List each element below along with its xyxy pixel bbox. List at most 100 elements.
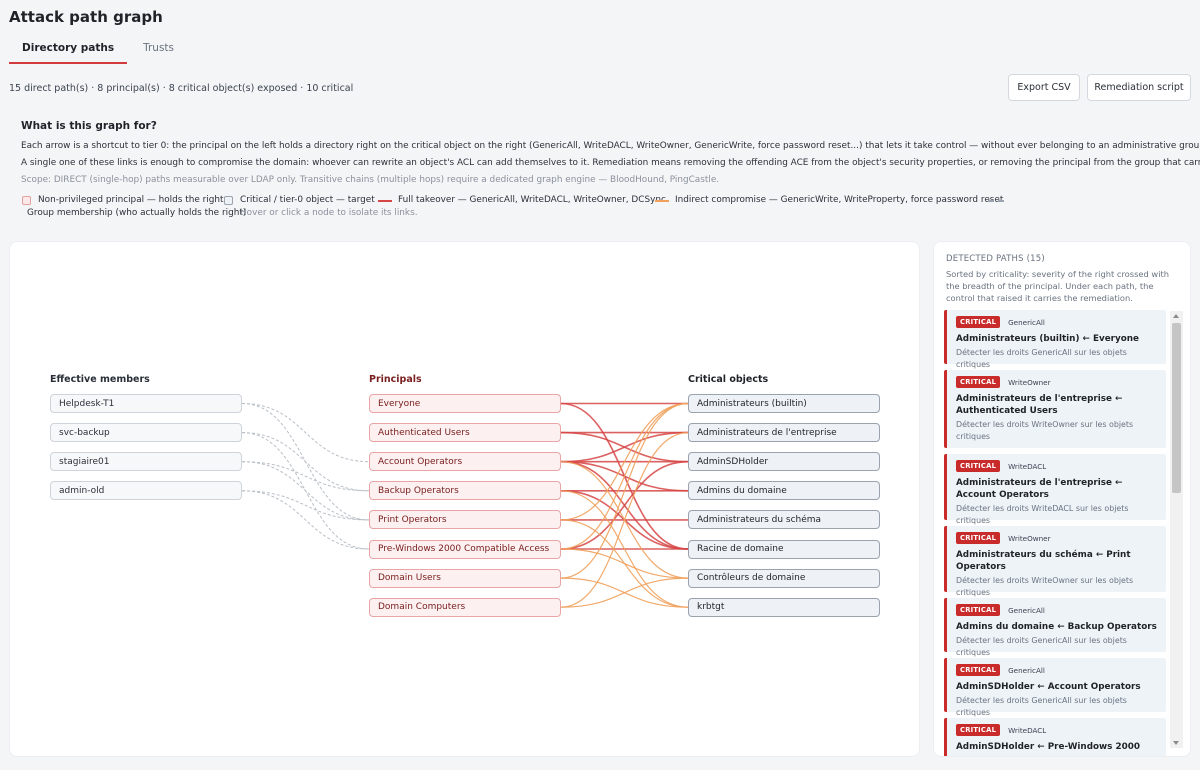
membership-link	[241, 403, 370, 463]
path-card-header: CRITICAL WriteDACL	[956, 724, 1158, 736]
full-takeover-line	[378, 200, 392, 202]
path-card[interactable]: CRITICAL GenericAll Admins du domaine ← …	[944, 598, 1166, 657]
summary-text: 15 direct path(s) · 8 principal(s) · 8 c…	[9, 83, 354, 94]
critical-node-adminsdholder[interactable]: AdminSDHolder	[688, 452, 880, 472]
info-section: What is this graph for? Each arrow is a …	[21, 120, 1200, 189]
info-scope: Scope: DIRECT (single-hop) paths measura…	[21, 175, 720, 185]
path-card[interactable]: CRITICAL WriteDACL AdminSDHolder ← Pre-W…	[944, 718, 1166, 756]
severity-badge: CRITICAL	[956, 316, 1001, 328]
right-name: GenericAll	[1008, 605, 1045, 615]
paths-description: Sorted by criticality: severity of the r…	[946, 269, 1170, 303]
scroll-thumb[interactable]	[1172, 323, 1181, 493]
principal-node-backup-operators[interactable]: Backup Operators	[369, 481, 561, 501]
path-card[interactable]: CRITICAL WriteOwner Administrateurs du s…	[944, 526, 1166, 597]
info-line-2: A single one of these links is enough to…	[21, 158, 1200, 168]
principal-node-account-operators[interactable]: Account Operators	[369, 452, 561, 472]
path-title: Administrateurs (builtin) ← Everyone	[956, 334, 1140, 344]
member-node-admin-old[interactable]: admin-old	[50, 481, 242, 501]
membership-link	[241, 461, 370, 521]
path-title: Administrateurs du schéma ← Print Operat…	[956, 550, 1131, 572]
critical-node-krbtgt[interactable]: krbtgt	[688, 597, 880, 617]
detected-paths-panel: DETECTED PATHS (15) Sorted by criticalit…	[933, 241, 1191, 757]
path-title: Admins du domaine ← Backup Operators	[956, 622, 1157, 632]
critical-node-racine-de-domaine[interactable]: Racine de domaine	[688, 539, 880, 559]
tab-directory-paths[interactable]: Directory paths	[9, 36, 128, 64]
legend-indirect-label: Indirect compromise — GenericWrite, Writ…	[675, 195, 1004, 205]
principal-node-authenticated-users[interactable]: Authenticated Users	[369, 423, 561, 443]
principal-node-domain-computers[interactable]: Domain Computers	[369, 597, 561, 617]
path-card[interactable]: CRITICAL WriteOwner Administrateurs de l…	[944, 370, 1166, 448]
critical-node-admins-du-domaine[interactable]: Admins du domaine	[688, 481, 880, 501]
membership-link	[241, 490, 370, 550]
tab-bar: Directory paths Trusts	[9, 36, 187, 64]
critical-node-administrateurs-du-sch-ma[interactable]: Administrateurs du schéma	[688, 510, 880, 530]
info-heading: What is this graph for?	[21, 120, 157, 132]
info-line-1: Each arrow is a shortcut to tier 0: the …	[21, 141, 1200, 151]
principal-node-print-operators[interactable]: Print Operators	[369, 510, 561, 530]
legend-non-privileged: Non-privileged principal — holds the rig…	[22, 195, 223, 205]
legend-hint: Hover or click a node to isolate its lin…	[240, 208, 418, 218]
path-card-header: CRITICAL WriteOwner	[956, 532, 1158, 544]
path-title: AdminSDHolder ← Account Operators	[956, 682, 1141, 692]
path-card-header: CRITICAL WriteOwner	[956, 376, 1158, 388]
remediation-script-button[interactable]: Remediation script	[1087, 74, 1191, 101]
membership-line	[988, 200, 1004, 202]
severity-badge: CRITICAL	[956, 664, 1001, 676]
critical-node-contr-leurs-de-domaine[interactable]: Contrôleurs de domaine	[688, 568, 880, 588]
path-control: Détecter les droits GenericAll sur les o…	[956, 348, 1127, 369]
critical-node-administrateurs-de-l-entreprise[interactable]: Administrateurs de l'entreprise	[688, 423, 880, 443]
right-name: GenericAll	[1008, 317, 1045, 327]
right-name: WriteDACL	[1008, 461, 1047, 471]
severity-badge: CRITICAL	[956, 604, 1001, 616]
path-card-header: CRITICAL WriteDACL	[956, 460, 1158, 472]
member-node-stagiaire01[interactable]: stagiaire01	[50, 452, 242, 472]
legend-indirect: Indirect compromise — GenericWrite, Writ…	[655, 195, 1003, 205]
path-control: Détecter les droits WriteOwner sur les o…	[956, 576, 1134, 597]
path-control: Détecter les droits GenericAll sur les o…	[956, 636, 1127, 657]
right-name: WriteDACL	[1008, 725, 1047, 735]
critical-swatch	[224, 196, 233, 205]
member-node-helpdesk-t1[interactable]: Helpdesk-T1	[50, 394, 242, 413]
paths-heading: DETECTED PATHS (15)	[946, 254, 1045, 264]
right-name: WriteOwner	[1008, 533, 1051, 543]
full-takeover-link	[560, 431, 689, 463]
principal-node-domain-users[interactable]: Domain Users	[369, 568, 561, 588]
path-title: AdminSDHolder ← Pre-Windows 2000	[956, 742, 1140, 752]
scroll-up-icon[interactable]	[1173, 314, 1179, 318]
paths-scrollbar[interactable]	[1170, 311, 1183, 748]
legend-group-membership: Group membership (who actually holds the…	[27, 208, 247, 218]
member-node-svc-backup[interactable]: svc-backup	[50, 423, 242, 443]
legend-full-takeover: Full takeover — GenericAll, WriteDACL, W…	[378, 195, 666, 205]
legend-full-takeover-label: Full takeover — GenericAll, WriteDACL, W…	[398, 195, 666, 205]
membership-link	[241, 461, 370, 492]
path-card-header: CRITICAL GenericAll	[956, 316, 1158, 328]
path-control: Détecter les droits GenericAll sur les o…	[956, 696, 1127, 717]
path-title: Administrateurs de l'entreprise ← Accoun…	[956, 478, 1123, 500]
path-card[interactable]: CRITICAL GenericAll Administrateurs (bui…	[944, 310, 1166, 369]
critical-node-administrateurs-builtin[interactable]: Administrateurs (builtin)	[688, 394, 880, 413]
page-title: Attack path graph	[9, 8, 163, 26]
path-card-header: CRITICAL GenericAll	[956, 604, 1158, 616]
severity-badge: CRITICAL	[956, 532, 1001, 544]
col-head-members: Effective members	[50, 374, 150, 385]
membership-link	[241, 432, 370, 492]
indirect-link	[560, 402, 689, 550]
path-card-header: CRITICAL GenericAll	[956, 664, 1158, 676]
path-card[interactable]: CRITICAL GenericAll AdminSDHolder ← Acco…	[944, 658, 1166, 717]
path-card[interactable]: CRITICAL WriteDACL Administrateurs de l'…	[944, 454, 1166, 525]
scroll-down-icon[interactable]	[1173, 741, 1179, 745]
principal-node-pre-windows-2000-compatible-access[interactable]: Pre-Windows 2000 Compatible Access	[369, 539, 561, 559]
legend-critical-label: Critical / tier-0 object — target	[240, 195, 375, 205]
export-csv-button[interactable]: Export CSV	[1008, 74, 1080, 101]
tab-trusts[interactable]: Trusts	[130, 36, 187, 64]
legend-critical: Critical / tier-0 object — target	[224, 195, 375, 205]
graph-panel: Effective members Principals Critical ob…	[9, 241, 920, 757]
right-name: WriteOwner	[1008, 377, 1051, 387]
severity-badge: CRITICAL	[956, 376, 1001, 388]
right-name: GenericAll	[1008, 665, 1045, 675]
indirect-line	[655, 200, 669, 202]
col-head-principals: Principals	[369, 374, 422, 385]
non-privileged-swatch	[22, 196, 31, 205]
path-control: Détecter les droits WriteDACL sur les ob…	[956, 504, 1129, 525]
principal-node-everyone[interactable]: Everyone	[369, 394, 561, 413]
